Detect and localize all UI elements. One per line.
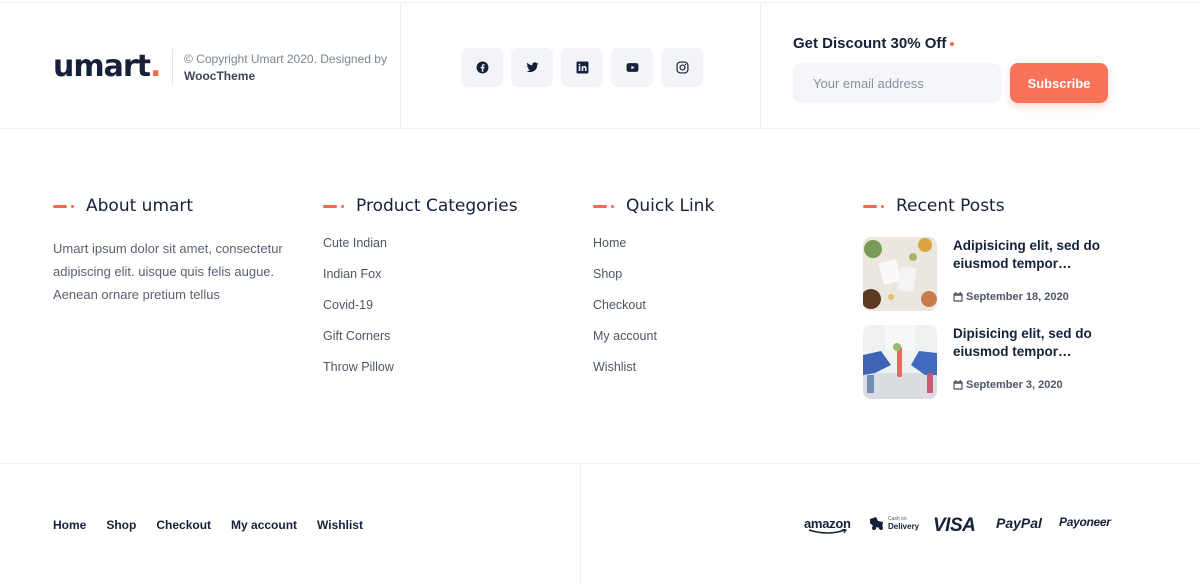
- designer-link[interactable]: WoocTheme: [184, 69, 255, 83]
- post-date-text: September 18, 2020: [966, 291, 1069, 303]
- recent-posts-title: Recent Posts: [896, 196, 1005, 216]
- copyright-line: © Copyright Umart 2020. Designed by: [184, 52, 387, 66]
- post-title[interactable]: Adipisicing elit, sed do eiusmod tempor…: [953, 237, 1113, 273]
- bottom-nav-home[interactable]: Home: [53, 518, 86, 532]
- categories-list: Cute Indian Indian Fox Covid-19 Gift Cor…: [323, 235, 518, 390]
- quick-link[interactable]: Shop: [593, 266, 714, 297]
- paypal-logo-icon: PayPal: [996, 515, 1042, 531]
- logo-text: umart: [53, 49, 151, 84]
- subscribe-button[interactable]: Subscribe: [1010, 63, 1108, 103]
- paypal-text: PayPal: [996, 515, 1042, 531]
- footer-top-bar: umart. © Copyright Umart 2020. Designed …: [0, 2, 1200, 129]
- about-heading: About umart: [53, 195, 298, 217]
- quick-link[interactable]: Home: [593, 235, 714, 266]
- logo[interactable]: umart.: [53, 49, 161, 85]
- bottom-nav-my-account[interactable]: My account: [231, 518, 297, 532]
- calendar-icon: [953, 380, 963, 390]
- amazon-logo-icon: amazon: [804, 515, 854, 535]
- recent-posts-heading: Recent Posts: [863, 195, 1005, 217]
- quick-links-heading: Quick Link: [593, 195, 714, 217]
- divider: [172, 49, 173, 85]
- facebook-button[interactable]: [461, 48, 503, 87]
- youtube-icon: [626, 63, 638, 72]
- recent-post-item[interactable]: Adipisicing elit, sed do eiusmod tempor……: [863, 237, 1113, 311]
- instagram-button[interactable]: [661, 48, 703, 87]
- bottom-nav-checkout[interactable]: Checkout: [156, 518, 211, 532]
- newsletter-title: Get Discount 30% Off: [793, 35, 955, 52]
- category-link[interactable]: Covid-19: [323, 297, 518, 328]
- heading-accent: [53, 204, 74, 208]
- heading-accent: [593, 204, 614, 208]
- cod-text: Delivery: [888, 522, 920, 531]
- bottom-nav-shop[interactable]: Shop: [106, 518, 136, 532]
- divider: [760, 3, 761, 129]
- post-thumbnail[interactable]: [863, 325, 937, 399]
- quick-links-list: Home Shop Checkout My account Wishlist: [593, 235, 714, 390]
- calendar-icon: [953, 292, 963, 302]
- category-link[interactable]: Gift Corners: [323, 328, 518, 359]
- cosmetics-image-icon: [863, 237, 937, 311]
- heading-accent: [863, 204, 884, 208]
- category-link[interactable]: Throw Pillow: [323, 359, 518, 390]
- about-text: Umart ipsum dolor sit amet, consectetur …: [53, 241, 283, 302]
- divider: [400, 3, 401, 129]
- quick-link[interactable]: Checkout: [593, 297, 714, 328]
- visa-logo-icon: VISA: [933, 515, 976, 537]
- logo-dot: .: [150, 49, 161, 84]
- payoneer-logo-icon: Payoneer: [1059, 515, 1111, 529]
- categories-heading: Product Categories: [323, 195, 518, 217]
- youtube-button[interactable]: [611, 48, 653, 87]
- linkedin-icon: [576, 61, 588, 74]
- newsletter-title-text: Get Discount 30% Off: [793, 35, 947, 52]
- cash-on-delivery-logo-icon: Cash on Delivery: [868, 515, 919, 531]
- recent-post-item[interactable]: Dipisicing elit, sed do eiusmod tempor… …: [863, 325, 1113, 399]
- about-title: About umart: [86, 196, 194, 216]
- delivery-truck-icon: [870, 517, 883, 530]
- instagram-icon: [675, 61, 689, 74]
- twitter-button[interactable]: [511, 48, 553, 87]
- bottom-nav: Home Shop Checkout My account Wishlist: [53, 518, 363, 532]
- categories-title: Product Categories: [356, 196, 518, 216]
- heading-accent: [323, 204, 344, 208]
- quick-link[interactable]: Wishlist: [593, 359, 714, 390]
- linkedin-button[interactable]: [561, 48, 603, 87]
- category-link[interactable]: Cute Indian: [323, 235, 518, 266]
- category-link[interactable]: Indian Fox: [323, 266, 518, 297]
- visa-text: VISA: [933, 515, 976, 536]
- post-date: September 3, 2020: [953, 379, 1113, 391]
- post-date-text: September 3, 2020: [966, 379, 1063, 391]
- post-thumbnail[interactable]: [863, 237, 937, 311]
- post-title[interactable]: Dipisicing elit, sed do eiusmod tempor…: [953, 325, 1113, 361]
- payoneer-text: Payoneer: [1059, 515, 1111, 529]
- quick-links-column: Quick Link Home Shop Checkout My account…: [593, 195, 714, 390]
- facebook-icon: [476, 61, 488, 74]
- divider: [580, 464, 581, 585]
- twitter-icon: [526, 62, 538, 73]
- post-body: Dipisicing elit, sed do eiusmod tempor… …: [953, 325, 1113, 399]
- amazon-smile-icon: [808, 529, 847, 534]
- categories-column: Product Categories Cute Indian Indian Fo…: [323, 195, 518, 390]
- lab-image-icon: [863, 325, 937, 399]
- social-links: [461, 48, 703, 87]
- about-column: About umart Umart ipsum dolor sit amet, …: [53, 195, 298, 306]
- recent-posts-column: Recent Posts: [863, 195, 1005, 217]
- quick-link[interactable]: My account: [593, 328, 714, 359]
- email-input[interactable]: [793, 63, 1001, 103]
- bottom-nav-wishlist[interactable]: Wishlist: [317, 518, 363, 532]
- post-date: September 18, 2020: [953, 291, 1113, 303]
- quick-links-title: Quick Link: [626, 196, 715, 216]
- accent-dot: [950, 42, 955, 47]
- copyright-text: © Copyright Umart 2020. Designed by Wooc…: [184, 51, 387, 85]
- footer-bottom-bar: Home Shop Checkout My account Wishlist a…: [0, 463, 1200, 585]
- post-body: Adipisicing elit, sed do eiusmod tempor……: [953, 237, 1113, 311]
